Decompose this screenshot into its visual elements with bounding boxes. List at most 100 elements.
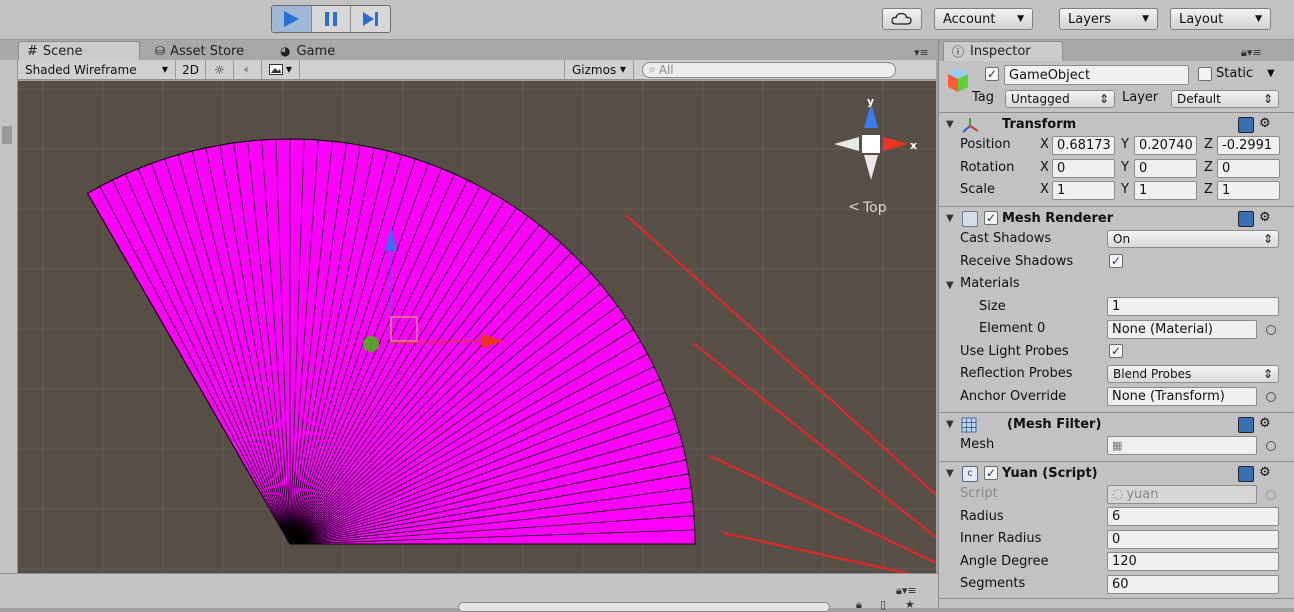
pivot-handle[interactable] xyxy=(363,336,379,352)
gear-icon[interactable]: ⚙ xyxy=(1259,116,1271,131)
fold-arrow-icon[interactable]: ▼ xyxy=(946,468,954,479)
position-y-field[interactable]: 0.20740 xyxy=(1134,136,1197,155)
anchor-override-field[interactable]: None (Transform) xyxy=(1107,387,1257,406)
scale-y-field[interactable]: 1 xyxy=(1134,181,1197,200)
gear-icon[interactable]: ⚙ xyxy=(1259,210,1271,225)
segments-field[interactable]: 60 xyxy=(1107,575,1279,594)
tab-asset-store[interactable]: ⛁ Asset Store xyxy=(147,41,252,61)
account-dropdown[interactable]: Account ▼ xyxy=(934,8,1033,30)
tab-game[interactable]: ◕ Game xyxy=(272,41,343,61)
orientation-gizmo[interactable]: y x < Top xyxy=(834,95,917,216)
script-header[interactable]: ▼ c ✓ Yuan (Script) ⚙ xyxy=(939,461,1294,485)
toggle-2d-button[interactable]: 2D xyxy=(176,59,206,80)
fold-arrow-icon[interactable]: ▼ xyxy=(946,119,954,130)
step-button[interactable] xyxy=(351,6,390,32)
transform-axes-icon xyxy=(962,118,979,133)
mesh-asset-icon: ▦ xyxy=(1112,439,1123,452)
fold-arrow-icon[interactable]: ▼ xyxy=(946,419,954,430)
tab-scene-label: Scene xyxy=(42,44,83,59)
materials-label: Materials xyxy=(960,276,1020,291)
help-book-icon[interactable] xyxy=(1238,211,1254,227)
gizmo-y-label: y xyxy=(867,95,874,108)
gizmos-dropdown[interactable]: Gizmos ▼ xyxy=(564,59,634,80)
script-label: Script xyxy=(960,486,998,501)
scene-viewport[interactable]: y x < Top xyxy=(18,81,944,582)
help-book-icon[interactable] xyxy=(1238,417,1254,433)
cast-shadows-dropdown[interactable]: On ⇕ xyxy=(1107,230,1279,248)
size-label: Size xyxy=(979,299,1006,314)
static-checkbox[interactable] xyxy=(1198,67,1212,81)
element0-field[interactable]: None (Material) xyxy=(1107,320,1257,339)
object-name-field[interactable]: GameObject xyxy=(1004,65,1189,85)
angle-degree-field[interactable]: 120 xyxy=(1107,552,1279,571)
mesh-renderer-enabled-checkbox[interactable]: ✓ xyxy=(984,211,998,225)
active-checkbox[interactable]: ✓ xyxy=(985,67,999,81)
reflection-probes-dropdown[interactable]: Blend Probes ⇕ xyxy=(1107,365,1279,383)
object-picker-icon[interactable] xyxy=(1266,325,1276,335)
inspector-panel: ⓘ Inspector 🔒︎▾≡ ✓ GameObject Static ▼ Ta… xyxy=(938,40,1294,608)
fold-arrow-icon[interactable]: ▼ xyxy=(946,213,954,224)
scale-z-field[interactable]: 1 xyxy=(1217,181,1280,200)
audio-toggle[interactable]: 🔈︎ xyxy=(234,59,262,80)
effects-dropdown[interactable]: ▼ xyxy=(262,59,300,80)
segments-label: Segments xyxy=(960,576,1026,591)
position-z-field[interactable]: -0.2991 xyxy=(1217,136,1280,155)
draw-mode-dropdown[interactable]: Shaded Wireframe ▼ xyxy=(18,59,176,80)
layout-dropdown[interactable]: Layout ▼ xyxy=(1170,8,1271,30)
tab-inspector[interactable]: ⓘ Inspector xyxy=(943,41,1063,61)
gizmo-center-cube[interactable] xyxy=(862,135,880,153)
gear-icon[interactable]: ⚙ xyxy=(1259,465,1271,480)
inner-radius-field[interactable]: 0 xyxy=(1107,530,1279,549)
light-probes-label: Use Light Probes xyxy=(960,344,1069,359)
chevron-updown-icon: ⇕ xyxy=(1262,232,1273,246)
panel-menu-icon[interactable]: ▾≡ xyxy=(914,46,929,59)
view-label: Top xyxy=(862,200,887,216)
layer-label: Layer xyxy=(1122,90,1159,105)
help-book-icon[interactable] xyxy=(1238,466,1254,482)
gameobject-cube-icon xyxy=(948,69,968,92)
cloud-button[interactable] xyxy=(882,8,922,30)
mesh-filter-header[interactable]: ▼ (Mesh Filter) ⚙ xyxy=(939,412,1294,436)
light-probes-checkbox[interactable]: ✓ xyxy=(1109,344,1123,358)
layer-dropdown[interactable]: Default ⇕ xyxy=(1171,90,1279,108)
object-picker-icon[interactable] xyxy=(1266,392,1276,402)
layers-dropdown[interactable]: Layers ▼ xyxy=(1059,8,1158,30)
scroll-handle[interactable] xyxy=(2,126,12,144)
lighting-toggle[interactable]: ☼ xyxy=(206,59,234,80)
scene-search-input[interactable]: ⌕ All xyxy=(642,61,896,78)
star-icon[interactable]: ★ xyxy=(905,598,915,611)
scale-y-label: Y xyxy=(1121,182,1129,197)
chevron-down-icon[interactable]: ▼ xyxy=(1267,68,1275,79)
bottom-search-input[interactable] xyxy=(458,602,830,612)
scale-x-field[interactable]: 1 xyxy=(1052,181,1115,200)
script-enabled-checkbox[interactable]: ✓ xyxy=(984,466,998,480)
panel-menu-icon[interactable]: 🔒︎▾≡ xyxy=(896,584,917,598)
transform-title: Transform xyxy=(1002,117,1077,132)
radius-label: Radius xyxy=(960,509,1004,524)
mesh-renderer-header[interactable]: ▼ ✓ Mesh Renderer ⚙ xyxy=(939,206,1294,230)
tag-dropdown[interactable]: Untagged ⇕ xyxy=(1005,90,1115,108)
size-field[interactable]: 1 xyxy=(1107,297,1279,316)
cast-shadows-value: On xyxy=(1113,232,1131,246)
receive-shadows-checkbox[interactable]: ✓ xyxy=(1109,254,1123,268)
gear-icon[interactable]: ⚙ xyxy=(1259,416,1271,431)
rotation-x-field[interactable]: 0 xyxy=(1052,159,1115,178)
object-picker-icon[interactable] xyxy=(1266,441,1276,451)
tab-scene[interactable]: # Scene xyxy=(18,41,140,61)
transform-header[interactable]: ▼ Transform ⚙ xyxy=(939,112,1294,136)
reflection-probes-value: Blend Probes xyxy=(1113,367,1192,381)
play-button[interactable] xyxy=(272,6,312,32)
pause-button[interactable] xyxy=(312,6,352,32)
position-x-field[interactable]: 0.68173 xyxy=(1052,136,1115,155)
mesh-field[interactable]: ▦ xyxy=(1107,436,1257,455)
rotation-y-field[interactable]: 0 xyxy=(1134,159,1197,178)
rotation-z-field[interactable]: 0 xyxy=(1217,159,1280,178)
help-book-icon[interactable] xyxy=(1238,117,1254,133)
rotation-z-label: Z xyxy=(1204,160,1213,175)
radius-field[interactable]: 6 xyxy=(1107,507,1279,526)
lock-icon[interactable]: 🔒︎ xyxy=(856,598,862,612)
doc-icon[interactable]: ▯ xyxy=(880,598,886,611)
script-field: ◌ yuan xyxy=(1107,485,1257,504)
panel-menu-icon[interactable]: 🔒︎▾≡ xyxy=(1241,46,1262,60)
fold-arrow-icon[interactable]: ▼ xyxy=(946,280,954,291)
